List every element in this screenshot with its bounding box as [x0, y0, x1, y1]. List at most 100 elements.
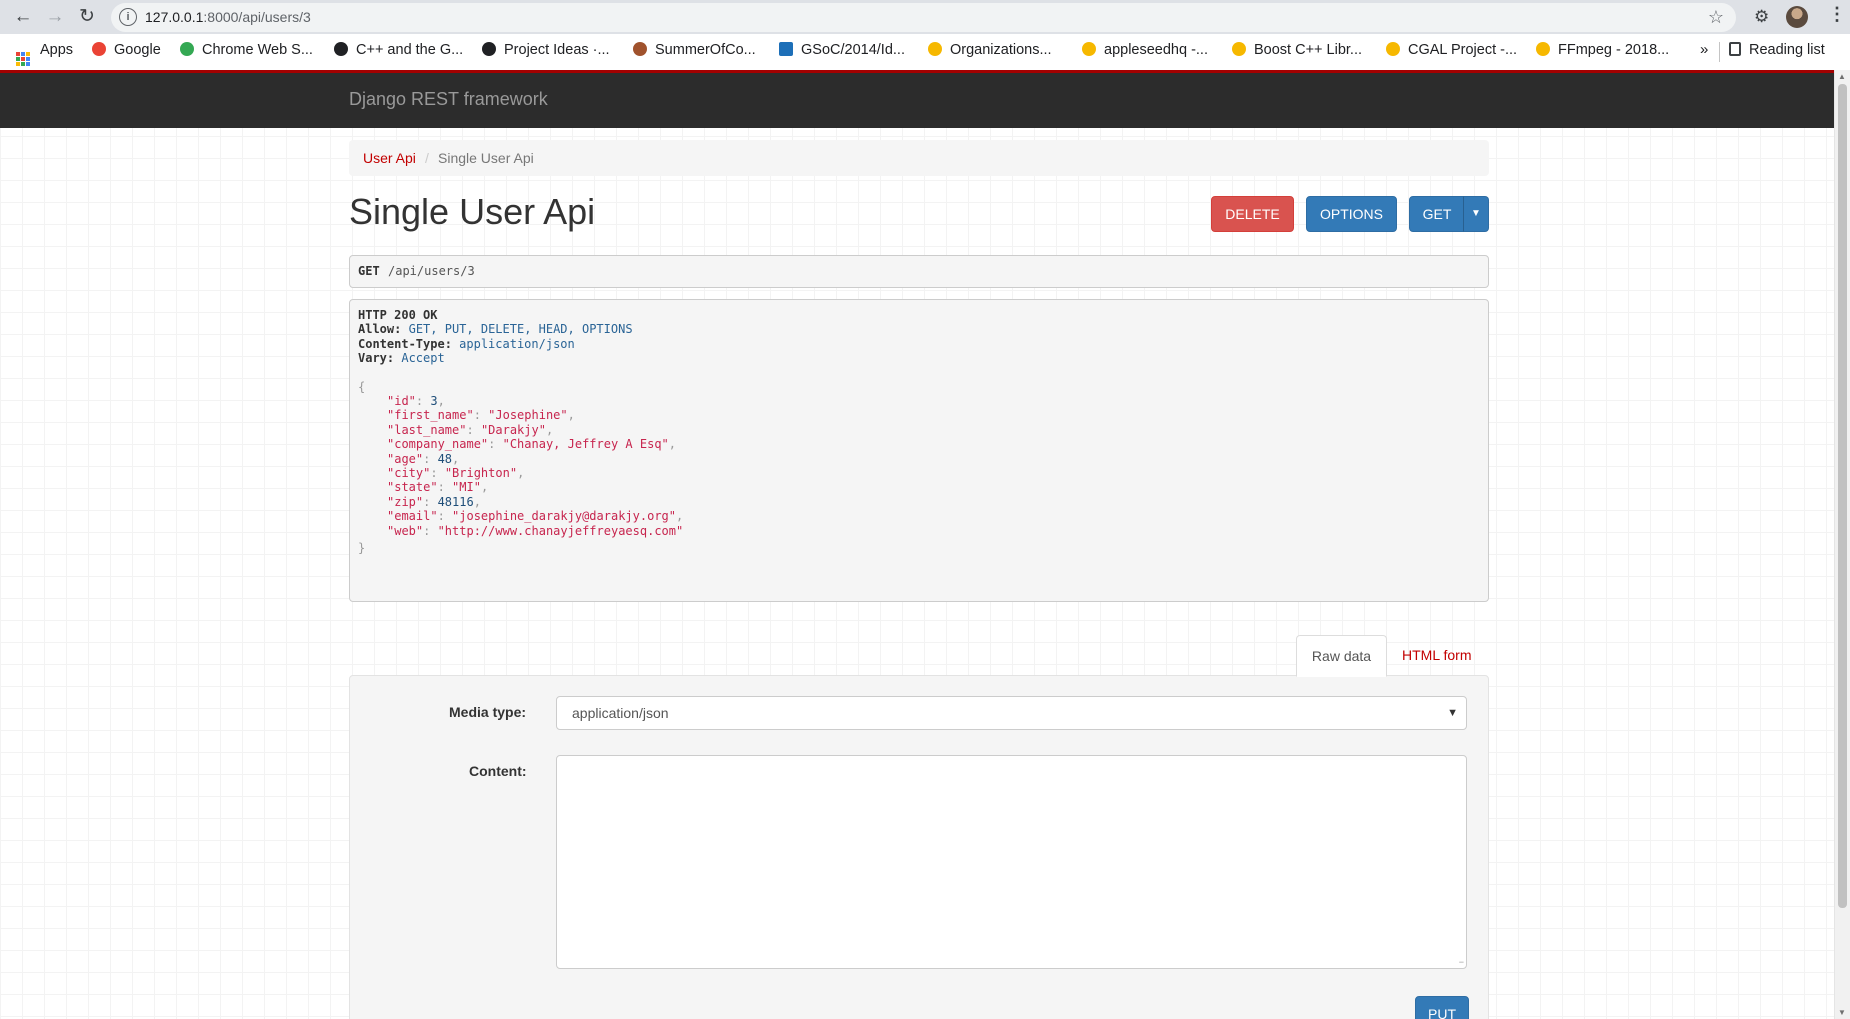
json-value: "Brighton"	[444, 466, 518, 480]
bookmark-cpp[interactable]: C++ and the G...	[334, 42, 463, 58]
header-key: Allow:	[358, 322, 402, 336]
bookmark-appleseedhq[interactable]: appleseedhq -...	[1082, 42, 1208, 58]
gsoc-icon	[928, 42, 942, 56]
json-colon: :	[466, 422, 481, 437]
json-value: 3	[430, 394, 438, 408]
json-colon: :	[437, 509, 453, 524]
breadcrumb-separator: /	[425, 150, 429, 166]
json-comma: ,	[480, 480, 489, 495]
scroll-up-icon[interactable]: ▲	[1838, 72, 1846, 81]
json-value: "Darakjy"	[480, 422, 546, 437]
breadcrumb: User Api / Single User Api	[349, 140, 1489, 176]
menu-kebab-icon[interactable]: ⋮	[1828, 4, 1846, 25]
json-key: "city"	[387, 466, 431, 480]
bookmark-label: SummerOfCo...	[655, 42, 756, 58]
back-icon[interactable]: ←	[12, 6, 34, 28]
bookmark-organizations[interactable]: Organizations...	[928, 42, 1052, 58]
json-value: "josephine_darakjy@darakjy.org"	[452, 509, 676, 524]
bookmark-project-ideas[interactable]: Project Ideas ·...	[482, 42, 610, 58]
bookmark-label: appleseedhq -...	[1104, 42, 1208, 58]
json-colon: :	[437, 480, 453, 495]
gsoc-icon	[1536, 42, 1550, 56]
bookmark-label: Chrome Web S...	[202, 42, 313, 58]
json-key: "first_name"	[387, 408, 474, 423]
json-value: "Josephine"	[488, 408, 568, 423]
address-bar[interactable]: i 127.0.0.1:8000/api/users/3 ☆	[111, 3, 1736, 32]
reading-list-icon	[1729, 42, 1741, 56]
bookmark-label: CGAL Project -...	[1408, 42, 1518, 58]
header-value: application/json	[459, 337, 575, 351]
gsoc-icon	[1082, 42, 1096, 56]
json-key: "last_name"	[387, 422, 467, 437]
request-path: /api/users/3	[388, 264, 475, 278]
json-colon: :	[423, 523, 438, 538]
put-button[interactable]: PUT	[1415, 996, 1469, 1019]
breadcrumb-user-api[interactable]: User Api	[363, 140, 416, 176]
reading-list-button[interactable]: Reading list	[1729, 42, 1825, 58]
resize-grip-icon[interactable]: −	[1459, 957, 1464, 967]
json-key: "email"	[387, 509, 438, 524]
brand-link[interactable]: Django REST framework	[349, 89, 548, 110]
json-comma: ,	[452, 451, 460, 466]
media-type-label: Media type:	[449, 704, 527, 720]
site-info-icon[interactable]: i	[119, 8, 137, 26]
json-colon: :	[430, 466, 445, 480]
reading-list-label: Reading list	[1749, 42, 1825, 58]
json-open-brace: {	[358, 380, 366, 394]
json-colon: :	[415, 394, 431, 408]
json-value: "http://www.chanayjeffreyaesq.com"	[437, 523, 684, 538]
tab-html-form[interactable]: HTML form	[1402, 635, 1471, 675]
json-comma: ,	[567, 408, 575, 423]
browser-toolbar: ← → ↻ i 127.0.0.1:8000/api/users/3 ☆ ⚙ ⋮	[0, 0, 1850, 34]
bookmark-apps[interactable]: Apps	[16, 42, 73, 66]
content-textarea[interactable]: −	[556, 755, 1467, 969]
bookmark-label: C++ and the G...	[356, 42, 464, 58]
header-key: Vary:	[358, 351, 395, 365]
media-type-select[interactable]: application/json ▼	[556, 696, 1467, 730]
json-field: "web": "http://www.chanayjeffreyaesq.com…	[387, 523, 683, 540]
bookmarks-overflow-button[interactable]: »	[1700, 41, 1708, 58]
get-button[interactable]: GET	[1409, 196, 1465, 232]
extensions-icon[interactable]: ⚙	[1754, 7, 1769, 27]
reload-icon[interactable]: ↻	[76, 6, 98, 28]
delete-button[interactable]: DELETE	[1211, 196, 1294, 232]
json-key: "web"	[387, 523, 424, 538]
bookmark-star-icon[interactable]: ☆	[1708, 7, 1724, 28]
json-comma: ,	[437, 394, 445, 408]
header-value: Accept	[401, 351, 445, 365]
bookmark-label: Boost C++ Libr...	[1254, 42, 1363, 58]
request-info: GET /api/users/3	[349, 255, 1489, 288]
json-key: "zip"	[387, 494, 424, 509]
json-colon: :	[423, 451, 438, 466]
scroll-down-icon[interactable]: ▼	[1838, 1008, 1846, 1017]
json-close-brace: }	[358, 541, 366, 555]
json-comma: ,	[473, 494, 481, 509]
google-icon	[92, 42, 106, 56]
bookmarks-divider	[1719, 42, 1720, 62]
get-format-dropdown[interactable]: ▼	[1463, 196, 1489, 232]
json-key: "state"	[387, 480, 438, 495]
url-text[interactable]: 127.0.0.1:8000/api/users/3	[145, 9, 311, 25]
bookmark-google[interactable]: Google	[92, 42, 161, 58]
bookmark-label: GSoC/2014/Id...	[801, 42, 905, 58]
json-comma: ,	[676, 509, 684, 524]
json-value: "MI"	[452, 480, 481, 495]
bookmark-boost[interactable]: Boost C++ Libr...	[1232, 42, 1362, 58]
bookmark-gsoc[interactable]: GSoC/2014/Id...	[779, 42, 905, 58]
bookmark-ffmpeg[interactable]: FFmpeg - 2018...	[1536, 42, 1669, 58]
tab-raw-data[interactable]: Raw data	[1296, 635, 1387, 677]
kde-icon	[779, 42, 793, 56]
options-button[interactable]: OPTIONS	[1306, 196, 1397, 232]
bookmark-cgal[interactable]: CGAL Project -...	[1386, 42, 1517, 58]
json-colon: :	[423, 494, 438, 509]
profile-avatar[interactable]	[1786, 6, 1808, 28]
scrollbar-thumb[interactable]	[1838, 84, 1847, 908]
json-value: "Chanay, Jeffrey A Esq"	[502, 437, 669, 452]
forward-icon[interactable]: →	[44, 6, 66, 28]
json-key: "company_name"	[387, 437, 489, 452]
bookmark-chrome-web-store[interactable]: Chrome Web S...	[180, 42, 313, 58]
bookmark-summerofcode[interactable]: SummerOfCo...	[633, 42, 756, 58]
json-key: "age"	[387, 451, 424, 466]
header-vary: Vary: Accept	[358, 350, 445, 367]
site-icon	[334, 42, 348, 56]
